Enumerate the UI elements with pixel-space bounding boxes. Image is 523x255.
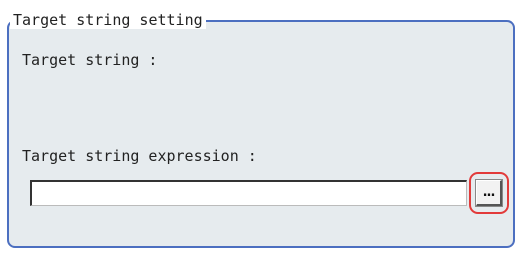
target-string-label: Target string : — [22, 51, 158, 69]
target-string-expression-input[interactable] — [30, 180, 467, 206]
browse-button[interactable]: ... — [475, 179, 503, 207]
target-string-expression-label: Target string expression : — [22, 147, 257, 165]
group-title: Target string setting — [10, 11, 206, 29]
